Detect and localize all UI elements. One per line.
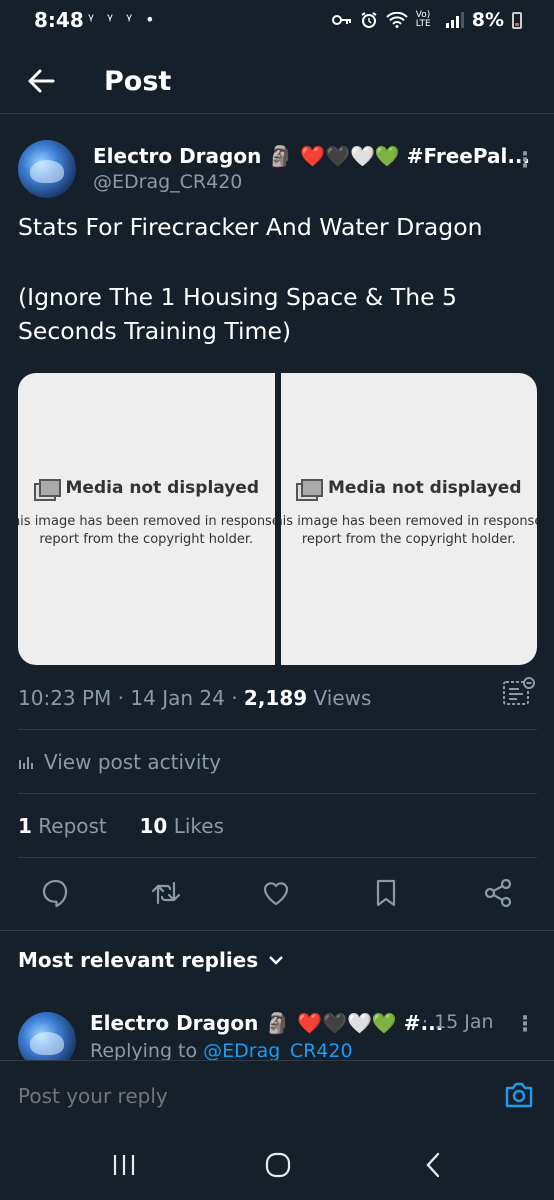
post-text-line-3: Seconds Training Time) <box>18 317 292 345</box>
divider <box>0 930 554 931</box>
replying-handle[interactable]: @EDrag_CR420 <box>203 1040 352 1060</box>
more-options-icon[interactable]: · · · <box>520 144 530 178</box>
recents-icon[interactable] <box>112 1154 136 1176</box>
status-bar: 8:48 ᵞ ᵞ ᵞ • Vo) LTE 8% <box>0 0 554 44</box>
key-icon <box>331 15 351 25</box>
divider <box>18 793 537 794</box>
engagement-counts: 1 Repost 10 Likes <box>18 814 224 838</box>
reply-composer <box>0 1060 554 1130</box>
media-icon <box>33 479 61 501</box>
reply-input[interactable] <box>18 1081 458 1111</box>
divider <box>18 729 537 730</box>
nav-back-icon[interactable] <box>424 1152 442 1178</box>
media-icon <box>296 479 323 501</box>
views-count: 2,189 <box>243 686 308 710</box>
likes-link[interactable]: 10 Likes <box>140 814 225 838</box>
media-placeholder[interactable]: Media not displayed This image has been … <box>18 373 275 665</box>
reply-author-name[interactable]: Electro Dragon 🗿 ❤️🖤🤍💚 #... <box>90 1011 443 1035</box>
post-text-line-1: Stats For Firecracker And Water Dragon <box>18 213 483 241</box>
bookmark-icon[interactable] <box>369 876 403 910</box>
reposts-count: 1 <box>18 814 32 838</box>
notification-icons: ᵞ ᵞ ᵞ • <box>88 10 159 29</box>
reply-date: · 15 Jan <box>422 1011 494 1033</box>
author-name[interactable]: Electro Dragon 🗿 ❤️🖤🤍💚 #FreePal... <box>93 144 530 168</box>
replies-sort-button[interactable]: Most relevant replies <box>18 948 284 972</box>
camera-icon[interactable] <box>504 1081 534 1109</box>
media-subtext: report from the copyright holder. <box>39 532 254 547</box>
reposts-label: Repost <box>38 814 107 838</box>
replying-to: Replying to @EDrag_CR420 <box>90 1040 353 1060</box>
media-title: Media not displayed <box>328 478 522 498</box>
home-icon[interactable] <box>265 1152 291 1178</box>
media-grid: Media not displayed This image has been … <box>18 373 537 665</box>
status-time: 8:48 <box>34 8 84 32</box>
replying-prefix: Replying to <box>90 1040 198 1060</box>
reply-more-options-icon[interactable]: · · · <box>520 1008 530 1042</box>
reply-avatar[interactable] <box>18 1012 76 1060</box>
author-handle[interactable]: @EDrag_CR420 <box>93 171 242 193</box>
post-meta: 10:23 PM · 14 Jan 24 · 2,189 Views <box>18 686 372 710</box>
post-date: 14 Jan 24 <box>130 686 225 710</box>
page-title: Post <box>104 66 172 97</box>
signal-icon <box>445 12 464 28</box>
media-subtext: This image has been removed in response … <box>18 514 275 529</box>
post-text-line-2: (Ignore The 1 Housing Space & The 5 <box>18 283 457 311</box>
activity-label: View post activity <box>44 750 222 774</box>
status-right: Vo) LTE 8% <box>331 9 522 31</box>
like-icon[interactable] <box>259 876 293 910</box>
view-activity-link[interactable]: View post activity <box>18 750 221 774</box>
alarm-icon <box>361 12 377 28</box>
activity-icon <box>19 757 33 769</box>
system-nav-bar <box>0 1130 554 1200</box>
battery-percent: 8% <box>471 9 504 31</box>
analytics-icon[interactable] <box>502 676 536 706</box>
likes-count: 10 <box>139 814 168 838</box>
wifi-icon <box>386 12 408 28</box>
divider <box>18 857 537 858</box>
share-icon[interactable] <box>481 876 515 910</box>
top-bar: Post <box>0 52 554 114</box>
repost-icon[interactable] <box>149 876 183 910</box>
reply-icon[interactable] <box>39 876 73 910</box>
reply-item[interactable]: Electro Dragon 🗿 ❤️🖤🤍💚 #... · 15 Jan · · ·… <box>0 1000 554 1060</box>
replies-section-title: Most relevant replies <box>18 948 259 972</box>
media-placeholder[interactable]: Media not displayed This image has been … <box>280 373 538 665</box>
views-label: Views <box>313 686 372 710</box>
battery-icon <box>512 11 522 29</box>
back-arrow-icon[interactable] <box>26 66 56 96</box>
author-avatar[interactable] <box>18 140 76 198</box>
post-time: 10:23 PM <box>18 686 112 710</box>
media-subtext: This image has been removed in response … <box>281 514 538 529</box>
media-title: Media not displayed <box>65 478 260 498</box>
likes-label: Likes <box>173 814 224 838</box>
media-subtext: report from the copyright holder. <box>301 532 516 547</box>
network-label: Vo) LTE <box>415 10 431 29</box>
reposts-link[interactable]: 1 Repost <box>18 814 107 838</box>
chevron-down-icon <box>269 956 283 965</box>
